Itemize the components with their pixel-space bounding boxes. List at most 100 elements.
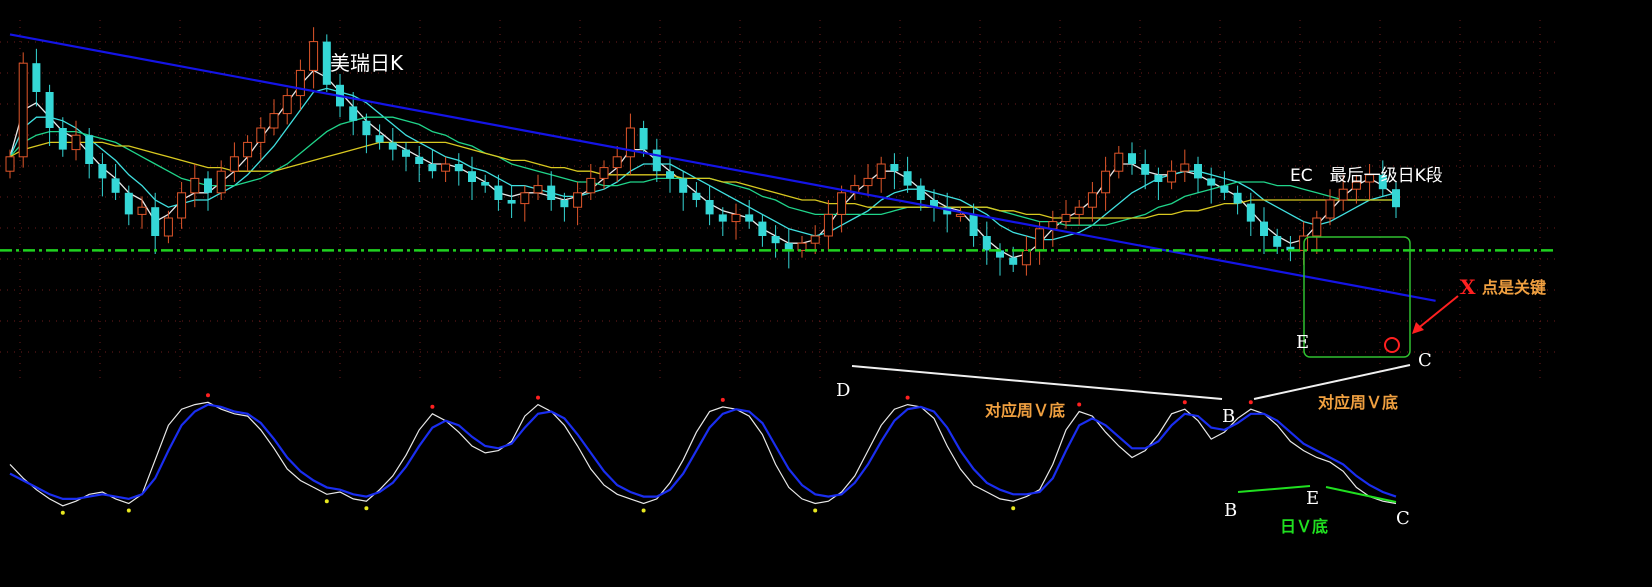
- candle-body-up: [1338, 188, 1348, 201]
- candle-body-up: [1325, 199, 1335, 219]
- candle-body-down: [1128, 153, 1136, 164]
- candle-body-down: [98, 164, 107, 179]
- key-point-label: 点是关键: [1482, 278, 1546, 297]
- candle-body-up: [1035, 228, 1045, 251]
- candle-body-up: [837, 192, 847, 215]
- oscillator-bottom-dot: [364, 506, 369, 511]
- candle-body-up: [863, 177, 873, 187]
- candle-body-down: [652, 149, 661, 172]
- point-d-label: D: [836, 380, 850, 401]
- candle-body-down: [1220, 185, 1229, 193]
- oscillator-top-dot: [536, 395, 540, 400]
- candle-body-down: [1246, 203, 1255, 222]
- candle-body-down: [916, 185, 925, 200]
- candle-body-down: [903, 171, 912, 186]
- candle-body-up: [823, 213, 833, 237]
- candle-body-up: [1101, 170, 1111, 194]
- candle-body-down: [85, 135, 94, 164]
- oscillator-top-dot: [1248, 400, 1253, 405]
- candle-body-up: [71, 134, 81, 151]
- candle-body-up: [612, 156, 622, 169]
- daily-v-label: 日Ｖ底: [1280, 517, 1328, 536]
- candle-body-up: [269, 113, 279, 129]
- candle-body-up: [1087, 192, 1097, 208]
- candle-body-up: [1167, 170, 1177, 183]
- candle-body-up: [18, 62, 28, 158]
- candle-body-up: [216, 170, 226, 194]
- oscillator-bottom-dot: [813, 508, 818, 513]
- point-b-lower-label: B: [1224, 500, 1237, 521]
- oscillator-bottom-dot: [126, 508, 131, 513]
- point-c-upper-label: C: [1418, 350, 1432, 371]
- candle-body-down: [1009, 257, 1018, 265]
- candle-body-up: [441, 163, 451, 172]
- candle-body-up: [177, 192, 187, 219]
- candle-body-up: [282, 95, 292, 115]
- candle-body-down: [111, 178, 120, 193]
- candle-body-down: [705, 200, 714, 215]
- candle-body-down: [362, 120, 371, 136]
- oscillator-bottom-dot: [641, 508, 646, 513]
- oscillator-top-dot: [206, 393, 210, 398]
- oscillator-top-dot: [430, 404, 435, 409]
- oscillator-top-dot: [1077, 402, 1082, 407]
- candle-body-down: [415, 156, 424, 164]
- candle-body-down: [1233, 192, 1242, 204]
- candle-body-down: [1207, 178, 1216, 186]
- candle-body-down: [1154, 174, 1163, 182]
- candle-body-up: [229, 156, 239, 172]
- candle-body-down: [204, 178, 212, 193]
- oscillator-bottom-dot: [1011, 506, 1016, 511]
- candle-body-down: [45, 92, 54, 128]
- candle-body-down: [745, 214, 754, 222]
- oscillator-top-dot: [1182, 400, 1187, 405]
- candle-body-up: [1074, 206, 1084, 215]
- point-e-lower-label: E: [1306, 488, 1319, 509]
- candle-body-up: [1180, 163, 1190, 172]
- candle-body-up: [955, 213, 965, 217]
- candle-body-up: [163, 217, 173, 237]
- candle-body-down: [679, 178, 688, 193]
- candle-body-up: [295, 69, 305, 97]
- candle-body-down: [402, 149, 410, 157]
- candle-body-up: [533, 185, 543, 194]
- candle-body-down: [639, 128, 648, 150]
- candle-body-down: [969, 214, 978, 236]
- candle-body-down: [1141, 164, 1150, 175]
- weekly-v-label-1: 对应周Ｖ底: [985, 401, 1065, 420]
- candle-body-down: [1194, 164, 1202, 179]
- oscillator-bottom-dot: [324, 499, 329, 504]
- candle-body-down: [692, 192, 701, 200]
- candle-body-down: [507, 200, 516, 204]
- candle-body-down: [454, 164, 463, 172]
- candle-body-up: [599, 167, 609, 179]
- candle-body-down: [718, 214, 727, 222]
- candle-body-down: [428, 164, 437, 172]
- candle-body-down: [468, 171, 476, 182]
- point-b-upper-label: B: [1222, 406, 1235, 427]
- candle-body-up: [5, 156, 15, 172]
- candle-body-down: [890, 164, 899, 172]
- candle-body-down: [349, 106, 358, 121]
- candle-body-down: [1392, 189, 1400, 208]
- candle-body-up: [137, 206, 147, 215]
- candle-body-up: [586, 177, 596, 194]
- candle-body-down: [494, 185, 503, 200]
- candle-body-up: [876, 163, 886, 179]
- candle-body-down: [388, 142, 397, 150]
- candle-body-down: [982, 236, 991, 251]
- key-x-label: X: [1460, 275, 1476, 299]
- candle-body-down: [560, 200, 569, 208]
- chart-title: 美瑞日K: [330, 51, 404, 75]
- candle-body-down: [1260, 221, 1268, 236]
- candle-body-down: [124, 192, 133, 215]
- candle-body-up: [573, 192, 583, 208]
- candle-body-up: [1021, 249, 1031, 266]
- candle-body-up: [520, 192, 530, 205]
- oscillator-top-dot: [905, 395, 910, 400]
- oscillator-top-dot: [720, 397, 725, 402]
- candle-body-down: [547, 185, 556, 200]
- candle-body-up: [256, 127, 266, 143]
- candle-body-down: [481, 182, 490, 186]
- candle-body-up: [1114, 152, 1124, 172]
